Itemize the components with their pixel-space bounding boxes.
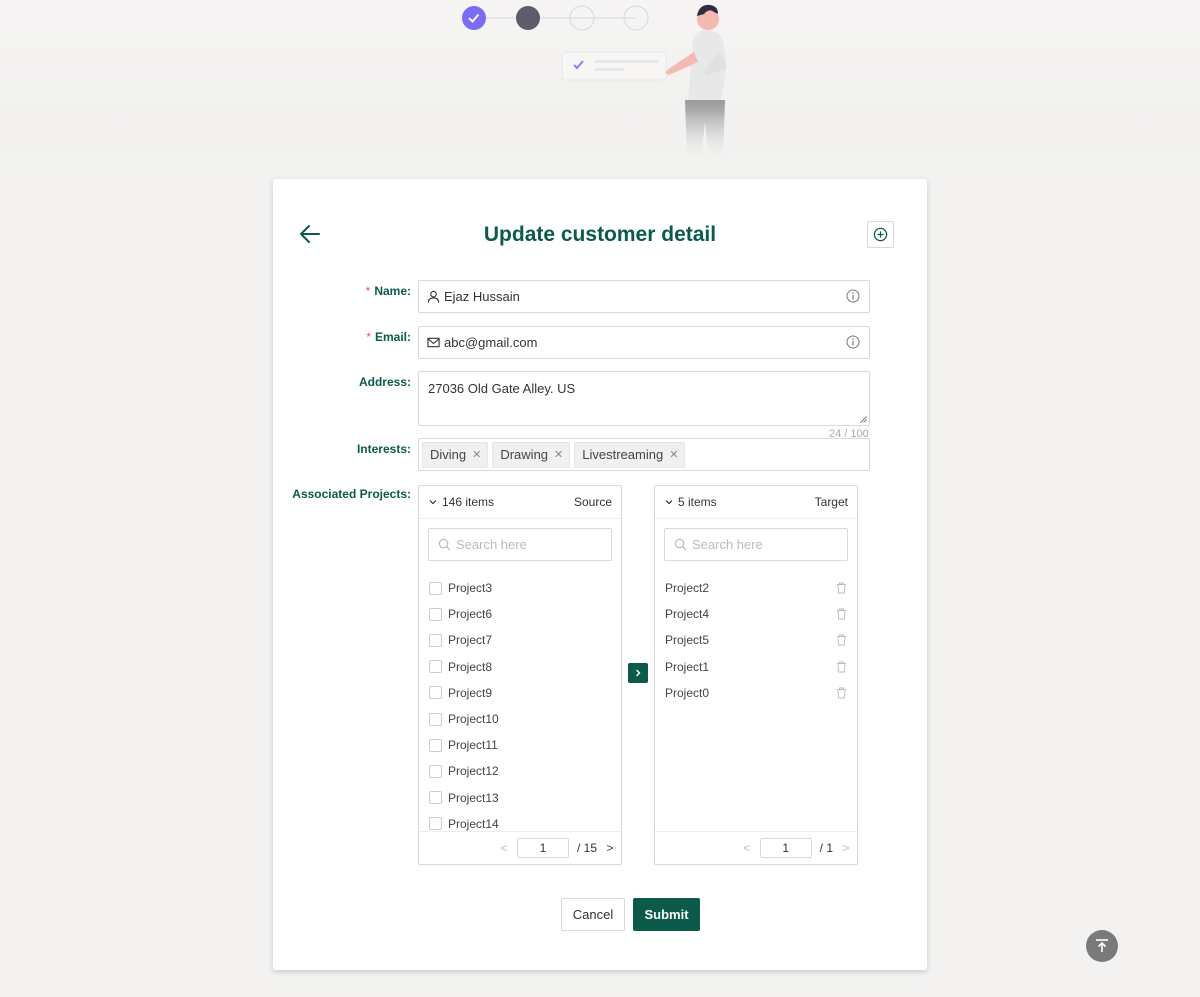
trash-icon[interactable] [836,661,847,673]
user-icon [427,290,441,304]
list-item[interactable]: Project10 [419,706,621,732]
chevron-down-icon[interactable] [664,497,674,507]
list-item[interactable]: Project7 [419,627,621,653]
info-circle-icon[interactable] [846,335,861,350]
target-pagination: < 1 / 1 > [655,831,857,864]
name-field[interactable]: Ejaz Hussain [418,280,870,313]
interest-tag: Livestreaming ✕ [574,441,686,468]
vertical-align-top-icon [1096,939,1108,952]
close-icon[interactable]: ✕ [669,448,678,461]
prev-page-icon[interactable]: < [742,841,752,855]
checkbox[interactable] [429,633,442,647]
info-circle-icon[interactable] [846,289,861,304]
list-item: Project2 [655,575,857,601]
next-page-icon[interactable]: > [605,841,615,855]
resize-handle-icon[interactable] [860,416,867,423]
interests-label: Interests: [356,442,411,456]
submit-button[interactable]: Submit [633,898,700,931]
hero-illustration [0,0,1200,170]
source-list: Project3 Project6 Project7 Project8 Proj… [419,575,621,837]
email-label: * Email: [366,330,411,344]
checkbox[interactable] [429,581,442,595]
target-list-panel: 5 items Target Search here Project2 Proj… [654,485,858,865]
source-page-input[interactable]: 1 [516,838,569,858]
close-icon[interactable]: ✕ [472,448,481,461]
target-page-total: / 1 [819,841,833,855]
interests-select[interactable]: Diving ✕ Drawing ✕ Livestreaming ✕ [418,438,870,471]
list-item[interactable]: Project8 [419,654,621,680]
checkbox[interactable] [429,712,442,726]
plus-circle-icon [873,227,888,242]
target-page-input[interactable]: 1 [759,838,812,858]
checkbox[interactable] [429,738,442,752]
step-2-current [516,6,540,30]
list-item: Project5 [655,627,857,653]
checkbox[interactable] [429,791,442,805]
list-item: Project0 [655,680,857,706]
interest-tag: Diving ✕ [422,441,489,468]
source-search-input[interactable]: Search here [428,528,612,561]
email-value: abc@gmail.com [444,335,538,350]
checkbox[interactable] [429,817,442,831]
list-item[interactable]: Project3 [419,575,621,601]
trash-icon[interactable] [836,687,847,699]
search-icon [674,538,687,551]
list-item[interactable]: Project9 [419,680,621,706]
associated-projects-label: Associated Projects: [292,487,411,501]
checkbox[interactable] [429,607,442,621]
source-title: Source [573,495,612,509]
list-item: Project4 [655,601,857,627]
prev-page-icon[interactable]: < [499,841,509,855]
address-label: Address: [358,375,411,389]
checkbox[interactable] [429,764,442,778]
chevron-right-icon [636,669,641,677]
trash-icon[interactable] [836,634,847,646]
back-to-top-button[interactable] [1086,930,1118,962]
target-title: Target [814,495,848,509]
list-item[interactable]: Project6 [419,601,621,627]
list-item[interactable]: Project12 [419,758,621,784]
name-value: Ejaz Hussain [444,289,520,304]
move-to-target-button[interactable] [628,663,648,683]
step-1-done [462,6,486,30]
trash-icon[interactable] [836,608,847,620]
interest-tag: Drawing ✕ [492,441,571,468]
address-textarea[interactable]: 27036 Old Gate Alley. US [418,371,870,426]
chevron-down-icon[interactable] [428,497,438,507]
name-label: * Name: [365,284,411,298]
list-item[interactable]: Project11 [419,732,621,758]
source-count: 146 items [442,495,495,509]
email-field[interactable]: abc@gmail.com [418,326,870,359]
source-pagination: < 1 / 15 > [419,831,621,864]
mail-icon [427,336,441,350]
search-icon [438,538,451,551]
source-list-panel: 146 items Source Search here Project3 Pr… [418,485,622,865]
page-title: Update customer detail [483,223,717,246]
close-icon[interactable]: ✕ [554,448,563,461]
source-header: 146 items Source [419,486,621,519]
customer-form-card: Update customer detail * Name: Ejaz Hussa… [273,179,927,970]
checkbox[interactable] [429,686,442,700]
target-header: 5 items Target [655,486,857,519]
checkbox[interactable] [429,660,442,674]
trash-icon[interactable] [836,582,847,594]
add-button[interactable] [867,221,894,248]
cancel-button[interactable]: Cancel [561,898,625,931]
target-count: 5 items [678,495,717,509]
required-marker: * [366,330,371,344]
target-list: Project2 Project4 Project5 Project1 Proj… [655,575,857,706]
required-marker: * [365,284,371,298]
address-value: 27036 Old Gate Alley. US [428,381,576,396]
next-page-icon[interactable]: > [841,841,851,855]
list-item[interactable]: Project13 [419,785,621,811]
target-search-input[interactable]: Search here [664,528,848,561]
source-page-total: / 15 [576,841,597,855]
list-item: Project1 [655,654,857,680]
